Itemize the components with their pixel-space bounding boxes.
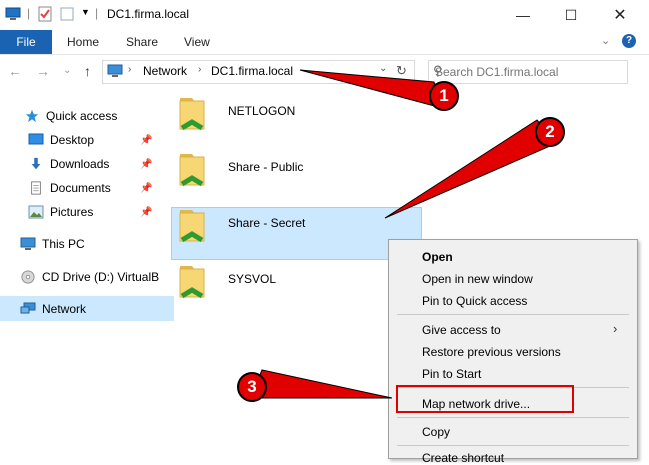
navigation-bar: ← → ⌄ ↑ › Network › DC1.firma.local ⌄ ↻ …: [0, 55, 649, 87]
tab-share[interactable]: Share: [126, 35, 158, 49]
network-icon: [20, 302, 36, 313]
recent-locations-icon[interactable]: ⌄: [63, 65, 71, 76]
menu-item-pin-quick-access[interactable]: Pin to Quick access: [422, 294, 527, 308]
tab-view[interactable]: View: [184, 35, 210, 49]
back-icon[interactable]: ←: [8, 63, 22, 79]
separator: |: [27, 6, 31, 20]
menu-item-open[interactable]: Open: [422, 250, 453, 264]
folder-name: Share - Secret: [228, 216, 306, 230]
sidebar-item-label: Downloads: [50, 157, 110, 171]
folder-item[interactable]: SYSVOL: [174, 262, 374, 308]
menu-item-restore-versions[interactable]: Restore previous versions: [422, 345, 561, 359]
pin-icon: 📌: [140, 158, 153, 170]
folder-name: NETLOGON: [228, 104, 296, 118]
sidebar-item-pictures[interactable]: Pictures 📌: [0, 201, 182, 223]
sidebar-item-documents[interactable]: Documents 📌: [0, 177, 182, 199]
network-share-folder-icon: [179, 98, 205, 131]
menu-separator: [397, 445, 629, 446]
sidebar-item-label: CD Drive (D:) VirtualB: [42, 270, 160, 284]
pin-icon: 📌: [140, 134, 153, 146]
network-share-folder-icon: [179, 266, 205, 299]
annotation-highlight-box: [396, 385, 574, 413]
sidebar-item-network[interactable]: Network: [0, 296, 174, 321]
minimize-button[interactable]: —: [500, 0, 546, 30]
menu-separator: [397, 314, 629, 315]
document-icon: [31, 181, 41, 195]
up-icon[interactable]: ↑: [84, 63, 91, 79]
folder-name: Share - Public: [228, 160, 304, 174]
pin-icon: 📌: [140, 206, 153, 218]
separator: |: [95, 6, 99, 20]
navigation-pane: Quick access Desktop 📌 Downloads 📌 Docum…: [0, 96, 174, 457]
sidebar-item-desktop[interactable]: Desktop 📌: [0, 129, 182, 151]
computer-icon[interactable]: [5, 6, 21, 22]
menu-item-give-access[interactable]: Give access to: [422, 323, 501, 337]
tab-file[interactable]: File: [0, 30, 52, 54]
network-computer-icon: [107, 64, 123, 77]
context-menu: Open Open in new window Pin to Quick acc…: [388, 239, 638, 465]
annotation-badge-3: 3: [237, 372, 267, 402]
cd-icon: [21, 270, 35, 284]
sidebar-item-downloads[interactable]: Downloads 📌: [0, 153, 182, 175]
star-icon: [25, 109, 39, 123]
address-bar[interactable]: › Network › DC1.firma.local ⌄ ↻: [102, 60, 415, 84]
sidebar-item-label: This PC: [42, 237, 85, 251]
ribbon: File Home Share View ⌄ ?: [0, 30, 649, 55]
search-input[interactable]: [431, 62, 627, 82]
sidebar-item-label: Documents: [50, 181, 111, 195]
new-folder-icon[interactable]: [59, 6, 75, 22]
sidebar-item-label: Desktop: [50, 133, 95, 147]
sidebar-item-label: Pictures: [50, 205, 94, 219]
pictures-icon: [28, 205, 44, 219]
annotation-badge-1: 1: [429, 81, 459, 111]
folder-item[interactable]: Share - Public: [174, 150, 414, 196]
sidebar-item-cd-drive[interactable]: CD Drive (D:) VirtualB: [0, 266, 174, 288]
sidebar-item-label: Quick access: [46, 109, 118, 123]
menu-item-open-new-window[interactable]: Open in new window: [422, 272, 533, 286]
download-icon: [31, 157, 41, 170]
sidebar-item-label: Network: [42, 301, 87, 316]
window-title: DC1.firma.local: [107, 7, 190, 21]
properties-icon[interactable]: [37, 6, 53, 22]
computer-icon: [20, 237, 36, 250]
pin-icon: 📌: [140, 182, 153, 194]
search-box[interactable]: ⚲: [428, 60, 628, 84]
address-dropdown-icon[interactable]: ⌄: [379, 63, 387, 74]
breadcrumb-network[interactable]: Network: [143, 64, 187, 78]
breadcrumb-chevron-icon: ›: [128, 64, 132, 75]
desktop-icon: [28, 133, 44, 145]
menu-item-copy[interactable]: Copy: [422, 425, 450, 439]
folder-name: SYSVOL: [228, 272, 277, 286]
submenu-arrow-icon: ›: [613, 321, 618, 336]
sidebar-item-this-pc[interactable]: This PC: [0, 233, 174, 255]
network-share-folder-icon: [179, 154, 205, 187]
breadcrumb-chevron-icon: ›: [198, 64, 202, 75]
sidebar-item-quick-access[interactable]: Quick access: [0, 105, 178, 127]
maximize-button[interactable]: ☐: [548, 0, 594, 30]
annotation-arrow-3: [249, 369, 393, 399]
breadcrumb-dc1[interactable]: DC1.firma.local: [211, 64, 293, 78]
tab-home[interactable]: Home: [67, 35, 99, 49]
folder-item[interactable]: NETLOGON: [174, 94, 414, 140]
forward-icon[interactable]: →: [36, 63, 50, 79]
menu-separator: [397, 417, 629, 418]
close-button[interactable]: ✕: [597, 0, 643, 30]
annotation-badge-2: 2: [535, 117, 565, 147]
menu-item-create-shortcut[interactable]: Create shortcut: [422, 451, 504, 465]
help-icon[interactable]: ?: [622, 34, 636, 48]
menu-item-pin-start[interactable]: Pin to Start: [422, 367, 481, 381]
quick-access-dropdown-icon[interactable]: ▼: [81, 7, 90, 17]
title-bar: | ▼ | DC1.firma.local — ☐ ✕: [0, 0, 649, 30]
refresh-icon[interactable]: ↻: [396, 63, 407, 79]
network-share-folder-icon: [179, 210, 205, 243]
folder-item-selected[interactable]: Share - Secret: [174, 206, 414, 252]
expand-ribbon-icon[interactable]: ⌄: [601, 34, 610, 47]
